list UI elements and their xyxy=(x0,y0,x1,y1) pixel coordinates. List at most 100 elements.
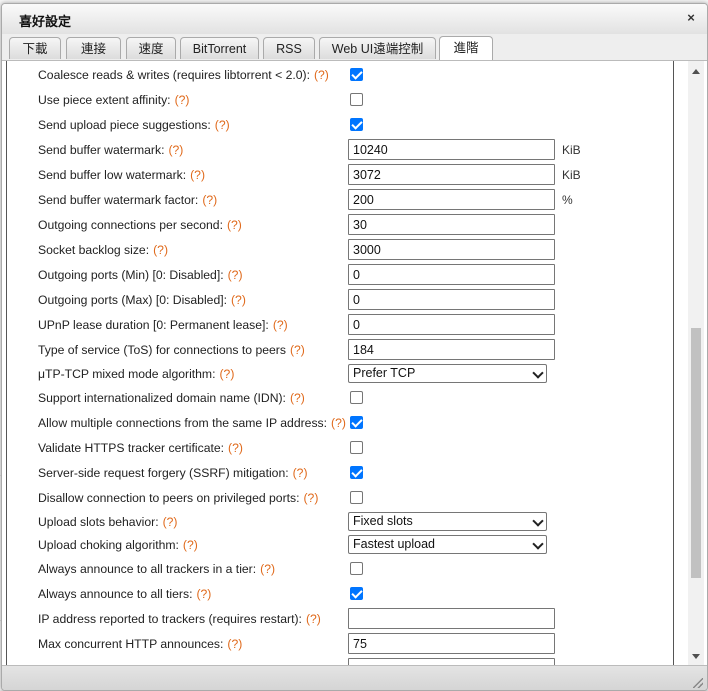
setting-input[interactable] xyxy=(348,239,555,260)
setting-input[interactable] xyxy=(348,189,555,210)
setting-select[interactable]: Prefer TCP xyxy=(348,364,547,383)
tab-downloads[interactable]: 下載 xyxy=(9,37,61,59)
help-link[interactable]: (?) xyxy=(228,441,243,455)
vertical-scrollbar[interactable] xyxy=(688,61,704,665)
setting-label: Type of service (ToS) for connections to… xyxy=(38,343,305,357)
setting-input[interactable] xyxy=(348,164,555,185)
scroll-up-icon[interactable] xyxy=(692,69,700,74)
setting-input[interactable] xyxy=(348,289,555,310)
setting-select[interactable]: Fastest upload xyxy=(348,535,547,554)
help-link[interactable]: (?) xyxy=(293,466,308,480)
setting-label: Send buffer watermark: (?) xyxy=(38,143,183,157)
setting-row: Outgoing ports (Max) [0: Disabled]: (?) xyxy=(38,289,678,311)
chevron-down-icon xyxy=(532,538,544,550)
help-link[interactable]: (?) xyxy=(231,293,246,307)
help-link[interactable]: (?) xyxy=(219,367,234,381)
help-link[interactable]: (?) xyxy=(331,416,346,430)
advanced-settings-panel[interactable]: Coalesce reads & writes (requires libtor… xyxy=(6,61,691,665)
setting-input[interactable] xyxy=(348,339,555,360)
dialog-titlebar[interactable]: 喜好設定 × xyxy=(2,4,707,35)
help-link[interactable]: (?) xyxy=(227,218,242,232)
setting-label: Upload slots behavior: (?) xyxy=(38,515,178,529)
help-link[interactable]: (?) xyxy=(260,562,275,576)
setting-row: Send buffer watermark:(?) KiB xyxy=(38,139,678,161)
tab-bar: 下載 連接 速度 BitTorrent RSS Web UI遠端控制 進階 xyxy=(2,34,707,61)
setting-input[interactable] xyxy=(348,608,555,629)
setting-checkbox[interactable] xyxy=(350,68,363,81)
help-link[interactable]: (?) xyxy=(168,143,183,157)
help-link[interactable]: (?) xyxy=(290,391,305,405)
help-link[interactable]: (?) xyxy=(190,168,205,182)
setting-checkbox[interactable] xyxy=(350,441,363,454)
setting-label-text: Validate HTTPS tracker certificate: xyxy=(38,441,225,455)
tab-speed[interactable]: 速度 xyxy=(126,37,176,59)
setting-label: Support internationalized domain name (I… xyxy=(38,391,305,405)
help-link[interactable]: (?) xyxy=(196,587,211,601)
scroll-down-icon[interactable] xyxy=(692,654,700,659)
setting-checkbox[interactable] xyxy=(350,416,363,429)
setting-label: Send buffer watermark factor: (?) xyxy=(38,193,217,207)
help-link[interactable]: (?) xyxy=(314,68,329,82)
setting-label: Always announce to all tiers: (?) xyxy=(38,587,211,601)
setting-checkbox[interactable] xyxy=(350,587,363,600)
setting-checkbox[interactable] xyxy=(350,491,363,504)
setting-input[interactable] xyxy=(348,214,555,235)
setting-label-text: Send buffer watermark factor: xyxy=(38,193,199,207)
scroll-thumb[interactable] xyxy=(691,328,701,578)
setting-row: Use piece extent affinity: (?) xyxy=(38,89,678,111)
resize-grip-icon[interactable] xyxy=(693,678,703,688)
help-link[interactable]: (?) xyxy=(153,243,168,257)
setting-checkbox[interactable] xyxy=(350,391,363,404)
setting-row: Always announce to all trackers in a tie… xyxy=(38,558,678,580)
setting-label: Socket backlog size: (?) xyxy=(38,243,168,257)
setting-row: Send upload piece suggestions: (?) xyxy=(38,114,678,136)
setting-checkbox[interactable] xyxy=(350,93,363,106)
help-link[interactable]: (?) xyxy=(183,538,198,552)
help-link[interactable]: (?) xyxy=(304,491,319,505)
setting-row: Type of service (ToS) for connections to… xyxy=(38,339,678,361)
help-link[interactable]: (?) xyxy=(306,612,321,626)
select-value: Fixed slots xyxy=(353,514,413,528)
setting-label-text: Outgoing connections per second: xyxy=(38,218,223,232)
tab-rss[interactable]: RSS xyxy=(263,37,315,59)
setting-label: Send buffer low watermark: (?) xyxy=(38,168,205,182)
help-link[interactable]: (?) xyxy=(273,318,288,332)
setting-checkbox[interactable] xyxy=(350,118,363,131)
setting-label: Max concurrent HTTP announces: (?) xyxy=(38,637,242,651)
setting-label-text: Type of service (ToS) for connections to… xyxy=(38,343,286,357)
setting-label: Send upload piece suggestions: (?) xyxy=(38,118,230,132)
setting-label-text: Outgoing ports (Min) [0: Disabled]: xyxy=(38,268,224,282)
setting-row: Upload slots behavior: (?) Fixed slots xyxy=(38,511,678,533)
tab-advanced[interactable]: 進階 xyxy=(439,36,493,60)
chevron-down-icon xyxy=(532,515,544,527)
select-value: Fastest upload xyxy=(353,537,435,551)
setting-label-text: Send upload piece suggestions: xyxy=(38,118,211,132)
setting-input[interactable] xyxy=(348,658,555,665)
help-link[interactable]: (?) xyxy=(202,193,217,207)
setting-label-text: IP address reported to trackers (require… xyxy=(38,612,302,626)
setting-row: UPnP lease duration [0: Permanent lease]… xyxy=(38,314,678,336)
setting-label: μTP-TCP mixed mode algorithm: (?) xyxy=(38,367,234,381)
help-link[interactable]: (?) xyxy=(163,515,178,529)
setting-label: Server-side request forgery (SSRF) mitig… xyxy=(38,466,308,480)
close-icon[interactable]: × xyxy=(683,10,699,26)
tab-webui[interactable]: Web UI遠端控制 xyxy=(319,37,436,59)
setting-row: IP address reported to trackers (require… xyxy=(38,608,678,630)
setting-input[interactable] xyxy=(348,633,555,654)
setting-input[interactable] xyxy=(348,314,555,335)
help-link[interactable]: (?) xyxy=(215,118,230,132)
help-link[interactable]: (?) xyxy=(290,343,305,357)
tab-bittorrent[interactable]: BitTorrent xyxy=(180,37,259,59)
setting-select[interactable]: Fixed slots xyxy=(348,512,547,531)
setting-row: Allow multiple connections from the same… xyxy=(38,412,678,434)
tab-connection[interactable]: 連接 xyxy=(66,37,121,59)
help-link[interactable]: (?) xyxy=(227,637,242,651)
setting-input[interactable] xyxy=(348,139,555,160)
setting-checkbox[interactable] xyxy=(350,562,363,575)
panel-border xyxy=(673,61,674,665)
setting-input[interactable] xyxy=(348,264,555,285)
help-link[interactable]: (?) xyxy=(228,268,243,282)
setting-row: Outgoing ports (Min) [0: Disabled]: (?) xyxy=(38,264,678,286)
setting-checkbox[interactable] xyxy=(350,466,363,479)
help-link[interactable]: (?) xyxy=(175,93,190,107)
